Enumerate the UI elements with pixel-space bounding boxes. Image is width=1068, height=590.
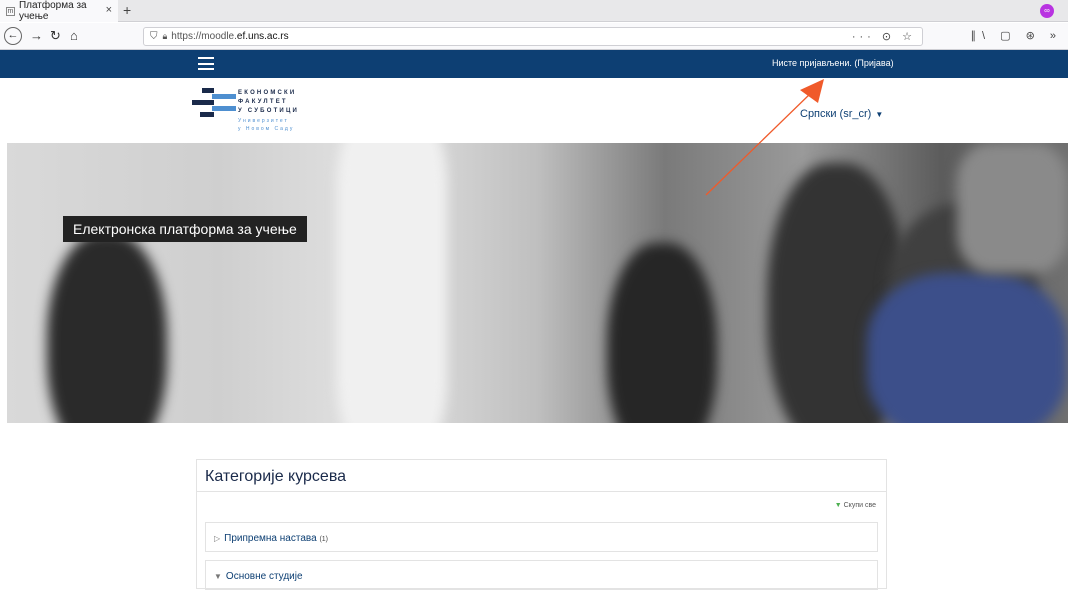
login-status-link[interactable]: Нисте пријављени. (Пријава) [772, 58, 894, 68]
faculty-logo[interactable]: ЕКОНОМСКИ ФАКУЛТЕТ У СУБОТИЦИ Универзите… [190, 84, 320, 144]
tab-title: Платформа за учење [18, 0, 87, 22]
triangle-down-icon: ▼ [834, 502, 842, 509]
collapse-triangle-icon: ▼ [214, 572, 222, 581]
logo-line-3: У СУБОТИЦИ [238, 108, 300, 114]
forward-arrow-icon[interactable]: → [30, 28, 43, 44]
browser-tab[interactable]: m Платформа за учење × [0, 0, 118, 22]
url-text: https://moodle.ef.uns.ac.rs [171, 31, 289, 42]
language-label: Српски (sr_cr) [800, 108, 872, 120]
site-navbar: Нисте пријављени. (Пријава) [0, 50, 1068, 78]
back-arrow-icon[interactable]: ← [4, 27, 22, 45]
category-label: Основне студије [225, 571, 303, 582]
logo-sub-1: Универзитет [238, 118, 289, 124]
browser-tab-bar: m Платформа за учење × + ∞ [0, 0, 1068, 22]
lock-icon[interactable]: 🔒︎ [163, 31, 168, 42]
language-selector[interactable]: Српски (sr_cr) ▼ [800, 108, 883, 120]
categories-heading: Категорије курсева [205, 468, 347, 485]
page-actions-icon[interactable]: ··· ⊙ ☆ [852, 30, 916, 43]
caret-down-icon: ▼ [875, 110, 884, 119]
category-item[interactable]: ▷ Припремна настава (1) [205, 522, 878, 552]
logo-line-2: ФАКУЛТЕТ [238, 99, 288, 105]
browser-nav-bar: ← → ↻ ⌂ ⛉ 🔒︎ https://moodle.ef.uns.ac.rs… [0, 23, 1068, 50]
collapse-all-link[interactable]: ▼ Скупи све [835, 502, 876, 509]
category-item[interactable]: ▼ Основне студије [205, 560, 878, 590]
site-header: ЕКОНОМСКИ ФАКУЛТЕТ У СУБОТИЦИ Универзите… [0, 78, 1068, 143]
profile-extension-icon[interactable]: ∞ [1040, 4, 1054, 18]
address-bar[interactable]: ⛉ 🔒︎ https://moodle.ef.uns.ac.rs ··· ⊙ ☆ [143, 27, 923, 46]
expand-triangle-icon: ▷ [214, 534, 221, 543]
hero-title: Електронска платформа за учење [63, 216, 307, 242]
new-tab-button[interactable]: + [123, 2, 131, 18]
moodle-favicon-icon: m [6, 6, 15, 16]
category-count: (1) [319, 536, 328, 543]
close-tab-icon[interactable]: × [106, 4, 112, 16]
hero-banner: Електронска платформа за учење [7, 143, 1068, 423]
reload-icon[interactable]: ↻ [50, 28, 61, 44]
course-categories-card: Категорије курсева ▼ Скупи све ▷ Припремна… [196, 459, 887, 590]
logo-sub-2: у Новом Саду [238, 126, 295, 132]
tracking-shield-icon[interactable]: ⛉ [150, 31, 158, 42]
menu-hamburger-icon[interactable] [198, 57, 214, 70]
category-label: Припремна настава [224, 533, 317, 544]
toolbar-icons[interactable]: ∥\ ▢ ⊛ » [971, 29, 1062, 42]
logo-line-1: ЕКОНОМСКИ [238, 90, 297, 96]
home-icon[interactable]: ⌂ [70, 28, 78, 44]
